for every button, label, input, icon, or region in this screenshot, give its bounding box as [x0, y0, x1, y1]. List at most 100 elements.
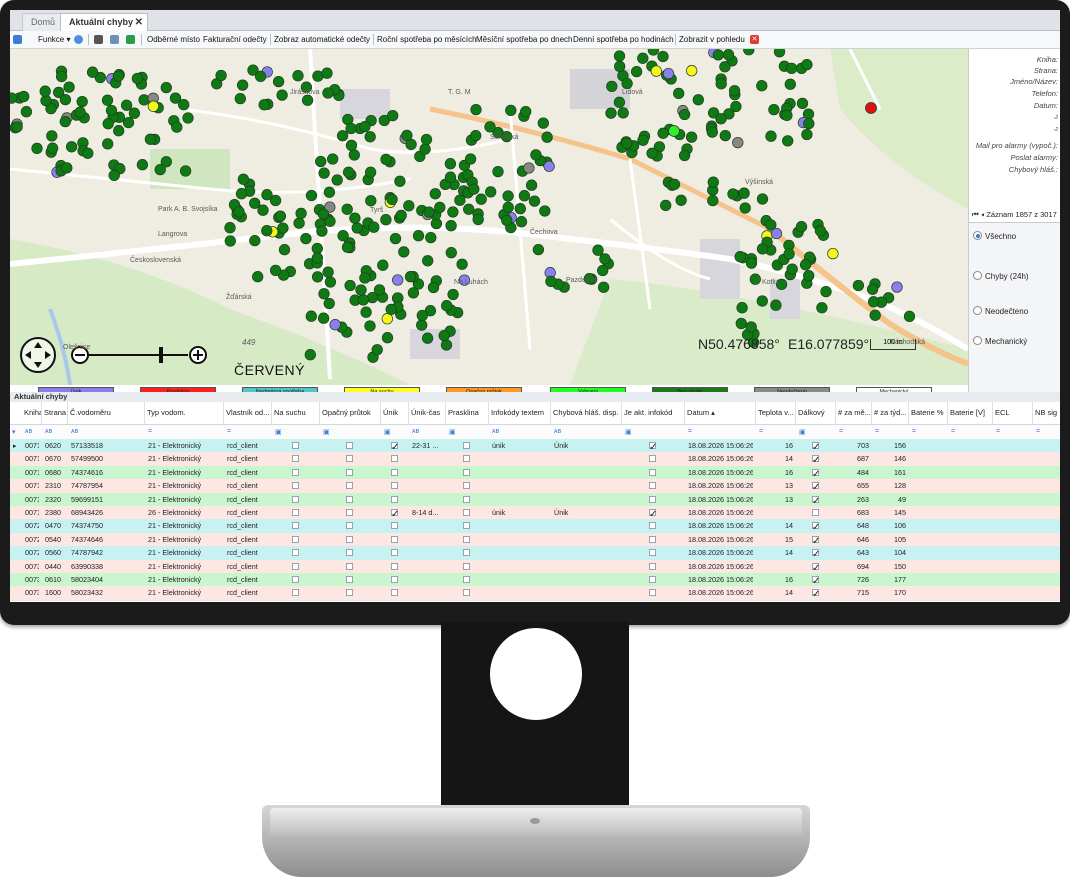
column-filter-icon[interactable]: = — [148, 428, 152, 435]
meter-marker[interactable] — [18, 90, 30, 103]
meter-marker[interactable] — [441, 300, 453, 312]
meter-marker[interactable] — [707, 194, 719, 207]
meter-marker[interactable] — [357, 294, 369, 306]
checkbox[interactable] — [346, 576, 353, 583]
filter-row[interactable]: ▾ ᴀʙ ᴀʙ ᴀʙ = = ▣ ▣ ▣ ᴀʙ ▣ ᴀʙ ᴀʙ ▣ = = ▣ = = = = = = — [10, 424, 1060, 440]
column-header[interactable]: Typ vodom. — [145, 402, 224, 424]
meter-marker[interactable] — [102, 118, 114, 130]
meter-marker[interactable] — [444, 171, 457, 183]
column-filter-icon[interactable]: ▣ — [625, 428, 632, 436]
meter-marker[interactable] — [136, 159, 149, 171]
meter-marker[interactable] — [727, 188, 739, 200]
meter-marker[interactable] — [422, 255, 434, 267]
column-header[interactable]: Datum ▴ — [685, 402, 756, 424]
table-row[interactable]: 0071 2310 74787954 21 - Elektronický rcd_cli… — [10, 479, 1060, 494]
meter-marker[interactable] — [59, 93, 72, 106]
meter-marker[interactable] — [82, 147, 94, 159]
column-header[interactable]: Vlastník od... — [224, 402, 272, 424]
meter-marker[interactable] — [673, 87, 685, 100]
meter-marker[interactable] — [336, 130, 349, 142]
meter-marker[interactable] — [169, 92, 182, 104]
meter-marker[interactable] — [472, 213, 484, 226]
checkbox[interactable] — [463, 468, 470, 476]
meter-marker[interactable] — [745, 257, 758, 269]
meter-marker[interactable] — [249, 234, 261, 247]
checkbox[interactable] — [391, 455, 398, 463]
meter-marker[interactable] — [269, 264, 282, 277]
checkbox[interactable]: ✓ — [649, 442, 657, 453]
meter-marker[interactable] — [355, 284, 367, 296]
checkbox[interactable] — [391, 589, 398, 597]
meter-marker[interactable] — [389, 232, 402, 245]
meter-marker[interactable] — [795, 221, 808, 233]
meter-marker[interactable] — [301, 94, 314, 106]
meter-marker[interactable] — [11, 121, 23, 133]
checkbox[interactable] — [391, 522, 398, 530]
meter-marker[interactable] — [401, 129, 413, 142]
meter-marker[interactable] — [617, 107, 629, 119]
document-icon[interactable] — [110, 35, 119, 44]
checkbox[interactable] — [649, 576, 656, 583]
table-row[interactable]: 0071 2320 59699151 21 - Elektronický rcd_cli… — [10, 492, 1060, 507]
checkbox[interactable] — [649, 562, 656, 570]
meter-marker[interactable] — [322, 87, 334, 99]
meter-marker[interactable] — [345, 139, 358, 152]
meter-marker[interactable] — [786, 263, 798, 275]
export-excel-icon[interactable] — [126, 35, 135, 44]
meter-marker[interactable] — [304, 349, 316, 361]
meter-marker[interactable] — [342, 166, 355, 178]
meter-marker[interactable] — [785, 62, 798, 75]
checkbox[interactable]: ✓ — [391, 509, 399, 520]
meter-marker[interactable] — [468, 183, 480, 195]
meter-marker[interactable] — [341, 241, 354, 253]
checkbox[interactable]: ✓ — [812, 482, 820, 493]
checkbox[interactable] — [292, 576, 299, 583]
meter-marker[interactable] — [485, 186, 497, 198]
meter-marker[interactable] — [597, 264, 609, 277]
meter-marker[interactable] — [40, 94, 52, 107]
meter-marker[interactable] — [827, 247, 839, 260]
meter-marker[interactable] — [781, 109, 793, 122]
checkbox[interactable] — [391, 468, 398, 476]
meter-marker[interactable] — [530, 149, 542, 161]
checkbox[interactable] — [463, 442, 470, 449]
column-header[interactable]: Teplota v... — [756, 402, 796, 424]
meter-marker[interactable] — [128, 107, 141, 119]
meter-marker[interactable] — [464, 153, 477, 165]
meter-marker[interactable] — [171, 121, 183, 133]
meter-marker[interactable] — [867, 296, 880, 308]
column-filter-icon[interactable]: ▣ — [799, 428, 806, 436]
refresh-icon[interactable] — [74, 35, 83, 44]
meter-marker[interactable] — [501, 214, 513, 227]
meter-marker[interactable] — [514, 203, 526, 215]
meter-marker[interactable] — [272, 75, 285, 88]
meter-marker[interactable] — [321, 67, 333, 79]
table-row[interactable]: 0073 1600 58023432 21 - Elektronický rcd_cli… — [10, 586, 1060, 601]
checkbox[interactable] — [292, 589, 299, 597]
meter-marker[interactable] — [236, 79, 249, 91]
meter-marker[interactable] — [105, 104, 118, 117]
radio-mechanical[interactable]: Mechanický — [973, 336, 1027, 346]
checkbox[interactable] — [649, 535, 656, 543]
meter-marker[interactable] — [311, 252, 324, 264]
meter-marker[interactable] — [592, 244, 604, 256]
checkbox[interactable]: ✓ — [812, 589, 820, 600]
meter-marker[interactable] — [520, 105, 532, 118]
column-filter-icon[interactable]: = — [912, 428, 916, 435]
tab-home[interactable]: Domů — [22, 13, 65, 31]
meter-marker[interactable] — [621, 77, 633, 90]
meter-marker[interactable] — [783, 248, 795, 260]
meter-marker[interactable] — [395, 209, 407, 222]
meter-marker[interactable] — [738, 187, 750, 199]
meter-marker[interactable] — [735, 317, 747, 330]
column-filter-icon[interactable]: = — [688, 428, 692, 435]
meter-marker[interactable] — [475, 193, 487, 205]
meter-marker[interactable] — [445, 247, 457, 259]
checkbox[interactable] — [346, 509, 353, 516]
map-canvas[interactable] — [10, 49, 968, 385]
meter-marker[interactable] — [541, 131, 553, 143]
meter-marker[interactable] — [692, 94, 704, 106]
meter-marker[interactable] — [318, 288, 330, 300]
checkbox[interactable] — [346, 562, 353, 570]
checkbox[interactable] — [391, 535, 398, 543]
